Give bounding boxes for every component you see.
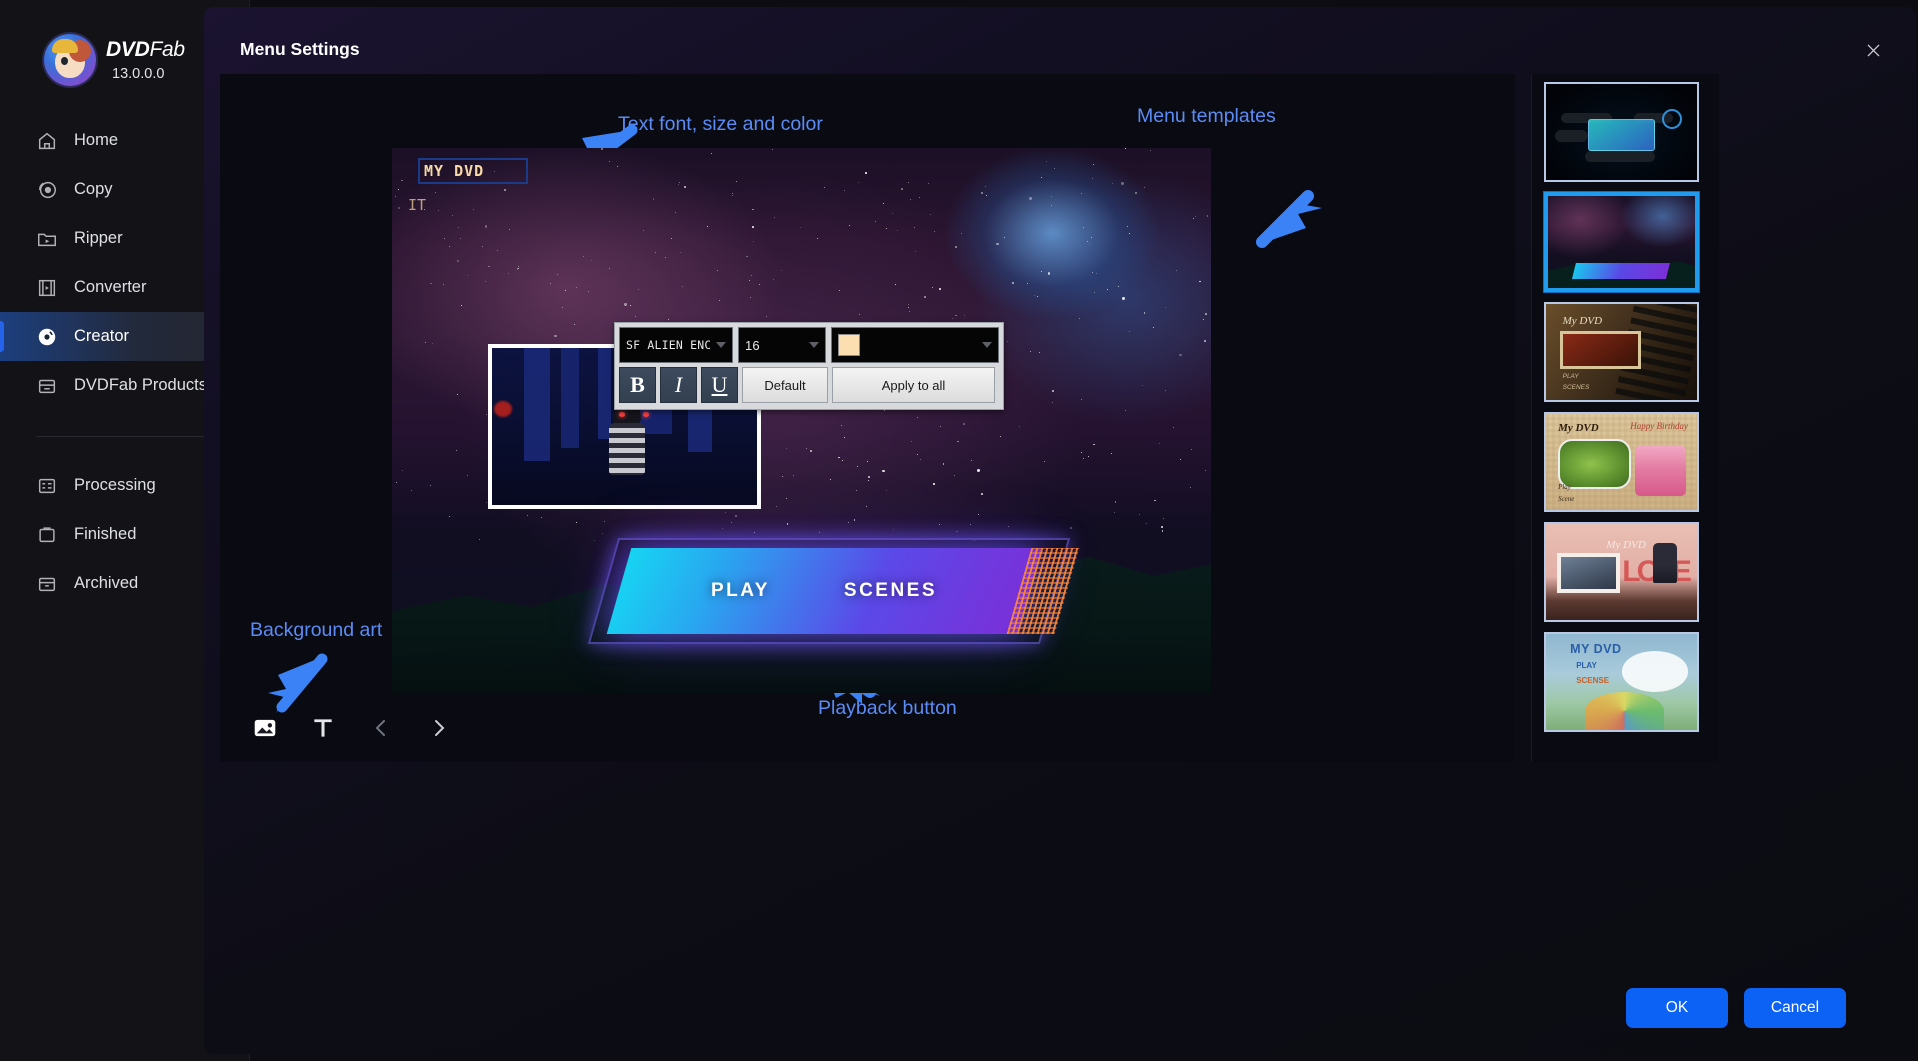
film-strip-icon <box>38 279 56 296</box>
template-thumbnail-kids-rainbow[interactable]: MY DVD PLAY SCENSE <box>1544 632 1699 732</box>
template-thumbnail-space-capsule[interactable] <box>1544 82 1699 182</box>
clipboard-icon <box>39 526 55 542</box>
template-play-label: Play <box>1558 483 1571 492</box>
menu-title-text: MY DVD <box>424 162 485 180</box>
apply-to-all-button[interactable]: Apply to all <box>832 367 995 403</box>
font-toolbar[interactable]: SF ALIEN ENCOUI 16 B <box>614 322 1004 410</box>
sidebar-item-label: Finished <box>74 525 137 543</box>
disc-copy-icon <box>39 181 56 198</box>
menu-settings-dialog: Menu Settings Text font, size and color … <box>204 7 1916 1054</box>
menu-title-textbox[interactable]: MY DVD <box>418 158 528 184</box>
text-icon[interactable] <box>308 713 338 743</box>
chevron-down-icon <box>982 342 992 348</box>
archive-icon <box>38 577 56 591</box>
sidebar-item-label: Processing <box>74 476 156 494</box>
folder-play-icon <box>38 233 56 246</box>
template-thumbnail-film-reel-sepia[interactable]: My DVD PLAY SCENES <box>1544 302 1699 402</box>
close-icon[interactable] <box>1856 33 1890 67</box>
playback-button-group[interactable]: PLAY SCENES <box>587 538 1080 644</box>
sidebar-divider <box>36 436 213 437</box>
box-icon <box>38 379 56 393</box>
template-thumbnail-starry-night-mountain[interactable] <box>1544 192 1699 292</box>
secondary-text-element: IT <box>408 196 427 214</box>
template-play-label: PLAY <box>1562 373 1579 381</box>
home-icon <box>38 132 56 149</box>
app-version: 13.0.0.0 <box>112 66 165 82</box>
sidebar-item-label: Ripper <box>74 229 123 247</box>
menu-preview-canvas[interactable]: MY DVD IT SF ALIEN ENC 16 B I U Default … <box>392 148 1211 693</box>
default-button[interactable]: Default <box>742 367 828 403</box>
template-scenes-label: SCENSE <box>1576 676 1610 686</box>
template-thumbnail-wedding-love[interactable]: LOVE My DVD <box>1544 522 1699 622</box>
font-family-select[interactable]: SF ALIEN ENCOUI <box>619 327 733 363</box>
annotation-text-font: Text font, size and color <box>618 113 823 135</box>
sidebar-item-label: Home <box>74 131 119 149</box>
annotation-background-art: Background art <box>250 619 383 641</box>
template-thumbnail-happy-birthday[interactable]: My DVD Happy Birthday Play Scene <box>1544 412 1699 512</box>
template-title: My DVD <box>1562 314 1603 327</box>
template-title: My DVD <box>1558 421 1599 434</box>
sidebar-item-label: Converter <box>74 278 147 296</box>
chevron-left-icon[interactable] <box>366 713 396 743</box>
menu-template-list[interactable]: My DVD PLAY SCENES My DVD Happy Birthday… <box>1531 74 1719 762</box>
scenes-button-label[interactable]: SCENES <box>844 580 937 602</box>
editor-toolbar <box>250 713 454 743</box>
image-icon[interactable] <box>250 713 280 743</box>
editor-workspace: Text font, size and color Menu templates… <box>220 74 1515 762</box>
play-button-label[interactable]: PLAY <box>711 580 770 602</box>
template-scenes-label: SCENES <box>1562 383 1590 391</box>
dialog-title: Menu Settings <box>240 39 360 59</box>
font-family-value: SF ALIEN ENCOUI <box>626 338 710 352</box>
sidebar-item-label: Copy <box>74 180 113 198</box>
disc-creator-icon <box>38 328 56 345</box>
italic-button[interactable]: I <box>660 367 697 403</box>
cancel-button[interactable]: Cancel <box>1744 988 1846 1028</box>
chevron-down-icon <box>809 342 819 348</box>
sidebar-item-label: DVDFab Products <box>74 376 207 394</box>
chevron-down-icon <box>716 342 726 348</box>
app-window: DVDFab 13.0.0.0 Home Copy Ripper Convert… <box>0 0 1918 1061</box>
font-size-select[interactable]: 16 <box>738 327 826 363</box>
ok-button[interactable]: OK <box>1626 988 1728 1028</box>
dialog-footer: OK Cancel <box>1626 988 1846 1028</box>
underline-button[interactable]: U <box>701 367 738 403</box>
mascot-logo-icon <box>44 34 96 86</box>
template-badge: Happy Birthday <box>1630 420 1688 431</box>
template-scenes-label: Scene <box>1558 494 1575 503</box>
arrow-menu-templates <box>1256 190 1322 248</box>
chevron-right-icon[interactable] <box>424 713 454 743</box>
font-size-value: 16 <box>745 337 760 353</box>
bold-button[interactable]: B <box>619 367 656 403</box>
annotation-menu-templates: Menu templates <box>1137 105 1276 127</box>
sidebar-item-label: Creator <box>74 327 130 345</box>
brand-name: DVDFab <box>106 38 185 61</box>
template-title: My DVD <box>1606 539 1646 552</box>
sidebar-item-label: Archived <box>74 574 139 592</box>
color-swatch <box>838 334 860 356</box>
font-color-select[interactable] <box>831 327 999 363</box>
template-play-label: PLAY <box>1576 660 1597 670</box>
list-check-icon <box>38 478 56 493</box>
template-title: MY DVD <box>1570 641 1622 656</box>
